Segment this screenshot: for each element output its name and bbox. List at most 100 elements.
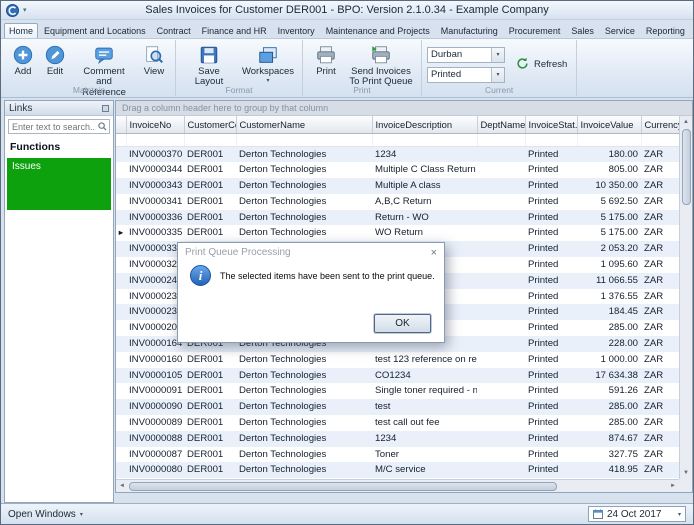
cell-customercode: DER001 <box>184 209 236 226</box>
column-header-invoicevalue[interactable]: InvoiceValue <box>577 116 642 134</box>
tab-manufacturing[interactable]: Manufacturing <box>436 23 503 38</box>
tab-procurement[interactable]: Procurement <box>504 23 566 38</box>
cell-invoicestat: Printed <box>525 225 577 242</box>
open-windows-button[interactable]: Open Windows ▾ <box>8 509 83 520</box>
refresh-button[interactable]: Refresh <box>511 42 571 87</box>
scroll-down-icon[interactable]: ▼ <box>683 467 689 479</box>
invoice-row-INV0000160[interactable]: INV0000160 DER001 Derton Technologies test … <box>116 351 679 368</box>
cell-invoicevalue: 2 053.20 <box>577 241 641 258</box>
tab-maintenance-and-projects[interactable]: Maintenance and Projects <box>321 23 435 38</box>
refresh-icon <box>515 56 530 74</box>
view-button[interactable]: View <box>138 42 170 79</box>
refresh-button-label: Refresh <box>534 59 568 70</box>
scroll-left-icon[interactable]: ◄ <box>116 483 128 489</box>
column-header-customername[interactable]: CustomerName <box>236 116 373 134</box>
dialog-close-icon[interactable]: × <box>431 247 437 259</box>
grid-header-row: InvoiceNoCustomerCodeCustomerNameInvoice… <box>116 116 679 134</box>
cell-invoicevalue: 228.00 <box>577 336 641 352</box>
cell-deptname <box>477 193 525 210</box>
cell-customercode: DER001 <box>184 367 236 384</box>
cell-invoicedescription: WO Return <box>372 225 477 242</box>
invoice-row-INV0000089[interactable]: INV0000089 DER001 Derton Technologies test … <box>116 415 679 431</box>
app-logo-icon[interactable] <box>6 3 19 17</box>
filter-cell[interactable] <box>577 133 642 147</box>
column-header-invoicestat[interactable]: InvoiceStat... <box>525 116 578 134</box>
filter-cell[interactable] <box>184 133 237 147</box>
invoice-row-INV0000088[interactable]: INV0000088 DER001 Derton Technologies 1234 P… <box>116 430 679 447</box>
branch-combobox-caret-icon[interactable]: ▾ <box>491 47 504 62</box>
invoice-row-INV0000090[interactable]: INV0000090 DER001 Derton Technologies test P… <box>116 399 679 416</box>
vscroll-thumb[interactable] <box>681 129 691 205</box>
column-header-invoicedescription[interactable]: InvoiceDescription <box>372 116 478 134</box>
tab-home[interactable]: Home <box>4 23 39 38</box>
send-invoices-to-print-queue-button[interactable]: Send Invoices To Print Queue <box>346 42 416 90</box>
status-combobox[interactable]: Printed ▾ <box>427 66 505 83</box>
invoice-row-INV0000080[interactable]: INV0000080 DER001 Derton Technologies M/C s… <box>116 462 679 479</box>
invoice-row-INV0000335[interactable]: ► INV0000335 DER001 Derton Technologies WO R… <box>116 225 679 242</box>
search-input[interactable] <box>9 121 98 132</box>
group-by-bar[interactable]: Drag a column header here to group by th… <box>116 101 692 116</box>
scroll-up-icon[interactable]: ▲ <box>683 116 689 128</box>
filter-cell[interactable] <box>372 133 478 147</box>
row-indicator <box>116 336 126 352</box>
column-header-currency[interactable]: Currency <box>641 116 679 134</box>
cell-invoicestat: Printed <box>525 241 577 258</box>
invoice-row-INV0000087[interactable]: INV0000087 DER001 Derton Technologies Toner… <box>116 446 679 463</box>
cell-currency: ZAR <box>641 178 679 194</box>
cell-invoiceno: INV0000164 <box>126 336 184 352</box>
invoice-row-INV0000336[interactable]: INV0000336 DER001 Derton Technologies Retur… <box>116 209 679 226</box>
workspaces-button[interactable]: Workspaces ▾ <box>239 42 297 87</box>
view-button-label: View <box>143 66 165 77</box>
tab-inventory[interactable]: Inventory <box>273 23 320 38</box>
filter-cell[interactable] <box>477 133 526 147</box>
ok-button[interactable]: OK <box>374 314 431 333</box>
row-indicator <box>116 367 126 384</box>
cell-customercode: DER001 <box>184 178 236 194</box>
cell-invoicevalue: 11 066.55 <box>577 272 641 289</box>
add-button[interactable]: Add <box>8 42 38 79</box>
tab-finance-and-hr[interactable]: Finance and HR <box>197 23 272 38</box>
quick-access-caret-icon[interactable]: ▾ <box>23 6 27 14</box>
column-header-invoiceno[interactable]: InvoiceNo <box>126 116 185 134</box>
column-header-customercode[interactable]: CustomerCode <box>184 116 237 134</box>
tab-service[interactable]: Service <box>600 23 640 38</box>
row-indicator <box>116 462 126 479</box>
tab-contract[interactable]: Contract <box>152 23 196 38</box>
horizontal-scrollbar[interactable]: ◄ ► <box>116 479 679 492</box>
invoice-row-INV0000341[interactable]: INV0000341 DER001 Derton Technologies A,B,C… <box>116 193 679 210</box>
sidebar-item-issues[interactable]: Issues <box>7 158 111 210</box>
filter-cell[interactable] <box>126 133 185 147</box>
tab-reporting[interactable]: Reporting <box>641 23 690 38</box>
filter-cell[interactable] <box>641 133 679 147</box>
invoice-row-INV0000344[interactable]: INV0000344 DER001 Derton Technologies Multi… <box>116 162 679 179</box>
search-icon[interactable] <box>98 122 107 131</box>
print-button[interactable]: Print <box>308 42 344 79</box>
cell-currency: ZAR <box>641 241 679 258</box>
edit-button[interactable]: Edit <box>40 42 70 79</box>
date-editor[interactable]: 24 Oct 2017 ▾ <box>588 506 686 522</box>
pin-icon[interactable] <box>102 104 109 112</box>
scroll-right-icon[interactable]: ► <box>667 483 679 489</box>
invoice-row-INV0000105[interactable]: INV0000105 DER001 Derton Technologies CO123… <box>116 367 679 384</box>
filter-cell[interactable] <box>525 133 578 147</box>
save-layout-button[interactable]: Save Layout <box>181 42 237 90</box>
invoice-row-INV0000370[interactable]: INV0000370 DER001 Derton Technologies 1234 P… <box>116 146 679 163</box>
vertical-scrollbar[interactable]: ▲ ▼ <box>679 116 692 479</box>
row-indicator <box>116 146 126 163</box>
tab-sales[interactable]: Sales <box>566 23 599 38</box>
dialog-body: i The selected items have been sent to t… <box>178 262 444 286</box>
cell-invoicestat: Printed <box>525 320 577 337</box>
date-value: 24 Oct 2017 <box>607 508 662 520</box>
cell-invoiceno: INV0000343 <box>126 178 184 194</box>
ribbon-group-maintain: Add Edit Comment and Reference View Main… <box>3 40 176 98</box>
branch-combobox-value: Durban <box>431 49 463 60</box>
branch-combobox[interactable]: Durban ▾ <box>427 46 505 63</box>
cell-invoicevalue: 17 634.38 <box>577 367 641 384</box>
column-header-deptname[interactable]: DeptName <box>477 116 526 134</box>
status-combobox-caret-icon[interactable]: ▾ <box>491 67 504 82</box>
hscroll-thumb[interactable] <box>129 481 557 491</box>
filter-cell[interactable] <box>236 133 373 147</box>
invoice-row-INV0000091[interactable]: INV0000091 DER001 Derton Technologies Singl… <box>116 383 679 400</box>
tab-equipment-and-locations[interactable]: Equipment and Locations <box>39 23 151 38</box>
invoice-row-INV0000343[interactable]: INV0000343 DER001 Derton Technologies Multi… <box>116 178 679 194</box>
